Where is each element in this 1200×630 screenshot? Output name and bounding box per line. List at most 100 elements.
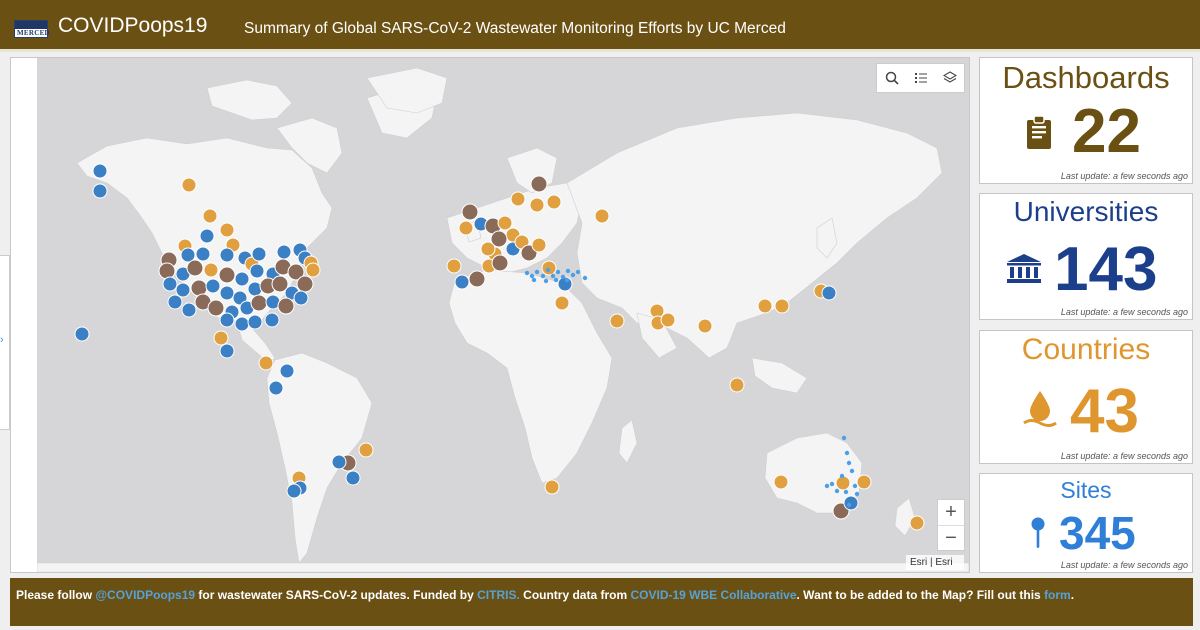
university-marker[interactable] [293,290,309,306]
country-marker[interactable] [258,355,274,371]
site-marker[interactable] [524,270,530,276]
university-marker[interactable] [219,247,235,263]
country-marker[interactable] [203,262,219,278]
country-marker[interactable] [531,237,547,253]
country-marker[interactable] [458,220,474,236]
site-marker[interactable] [570,272,576,278]
university-marker[interactable] [219,312,235,328]
citris-link[interactable]: CITRIS. [477,588,520,602]
site-marker[interactable] [550,273,556,279]
site-marker[interactable] [555,269,561,275]
dashboard-marker[interactable] [277,297,295,315]
layers-icon[interactable] [935,64,964,92]
university-marker[interactable] [181,302,197,318]
dashboard-marker[interactable] [468,270,486,288]
site-marker[interactable] [852,483,858,489]
site-marker[interactable] [575,269,581,275]
country-marker[interactable] [541,260,557,276]
site-marker[interactable] [824,483,830,489]
country-marker[interactable] [305,262,321,278]
university-marker[interactable] [276,244,292,260]
university-marker[interactable] [249,263,265,279]
site-marker[interactable] [565,268,571,274]
wbe-collaborative-link[interactable]: COVID-19 WBE Collaborative [630,588,796,602]
site-marker[interactable] [846,460,852,466]
search-icon[interactable] [877,64,906,92]
country-marker[interactable] [697,318,713,334]
country-marker[interactable] [213,330,229,346]
university-marker[interactable] [234,316,250,332]
country-marker[interactable] [856,474,872,490]
site-marker[interactable] [545,267,551,273]
university-marker[interactable] [264,312,280,328]
country-marker[interactable] [729,377,745,393]
country-marker[interactable] [480,241,496,257]
university-marker[interactable] [205,278,221,294]
form-link[interactable]: form [1044,588,1071,602]
country-marker[interactable] [909,515,925,531]
country-marker[interactable] [358,442,374,458]
university-marker[interactable] [286,483,302,499]
country-marker[interactable] [202,208,218,224]
university-marker[interactable] [279,363,295,379]
dashboard-marker[interactable] [461,203,479,221]
country-marker[interactable] [594,208,610,224]
dashboard-marker[interactable] [190,279,208,297]
dashboard-marker[interactable] [530,175,548,193]
university-marker[interactable] [331,454,347,470]
country-marker[interactable] [446,258,462,274]
university-marker[interactable] [247,314,263,330]
country-marker[interactable] [660,312,676,328]
site-marker[interactable] [841,435,847,441]
university-marker[interactable] [92,163,108,179]
zoom-out-button[interactable]: − [938,526,964,551]
country-marker[interactable] [219,222,235,238]
site-marker[interactable] [560,274,566,280]
site-marker[interactable] [553,277,559,283]
site-marker[interactable] [849,468,855,474]
dashboard-marker[interactable] [296,275,314,293]
twitter-link[interactable]: @COVIDPoops19 [95,588,195,602]
university-marker[interactable] [268,380,284,396]
zoom-in-button[interactable]: + [938,500,964,525]
university-marker[interactable] [219,343,235,359]
dashboard-marker[interactable] [218,266,236,284]
country-marker[interactable] [773,474,789,490]
site-marker[interactable] [839,473,845,479]
country-marker[interactable] [757,298,773,314]
country-marker[interactable] [497,215,513,231]
university-marker[interactable] [454,274,470,290]
site-marker[interactable] [540,273,546,279]
university-marker[interactable] [162,276,178,292]
site-marker[interactable] [543,278,549,284]
site-marker[interactable] [846,502,852,508]
university-marker[interactable] [167,294,183,310]
site-marker[interactable] [844,450,850,456]
country-marker[interactable] [510,191,526,207]
site-marker[interactable] [531,277,537,283]
dashboard-marker[interactable] [158,262,176,280]
site-marker[interactable] [564,277,570,283]
university-marker[interactable] [199,228,215,244]
site-marker[interactable] [834,488,840,494]
country-marker[interactable] [546,194,562,210]
world-map[interactable] [37,58,969,572]
site-marker[interactable] [534,269,540,275]
site-marker[interactable] [529,273,535,279]
dashboard-marker[interactable] [207,299,225,317]
country-marker[interactable] [835,475,851,491]
country-marker[interactable] [529,197,545,213]
university-marker[interactable] [234,271,250,287]
site-marker[interactable] [843,489,849,495]
dashboard-marker[interactable] [186,259,204,277]
dashboard-marker[interactable] [491,254,509,272]
university-marker[interactable] [175,282,191,298]
site-marker[interactable] [854,491,860,497]
legend-icon[interactable] [906,64,935,92]
university-marker[interactable] [74,326,90,342]
site-marker[interactable] [582,275,588,281]
site-marker[interactable] [829,481,835,487]
country-marker[interactable] [554,295,570,311]
university-marker[interactable] [92,183,108,199]
country-marker[interactable] [181,177,197,193]
